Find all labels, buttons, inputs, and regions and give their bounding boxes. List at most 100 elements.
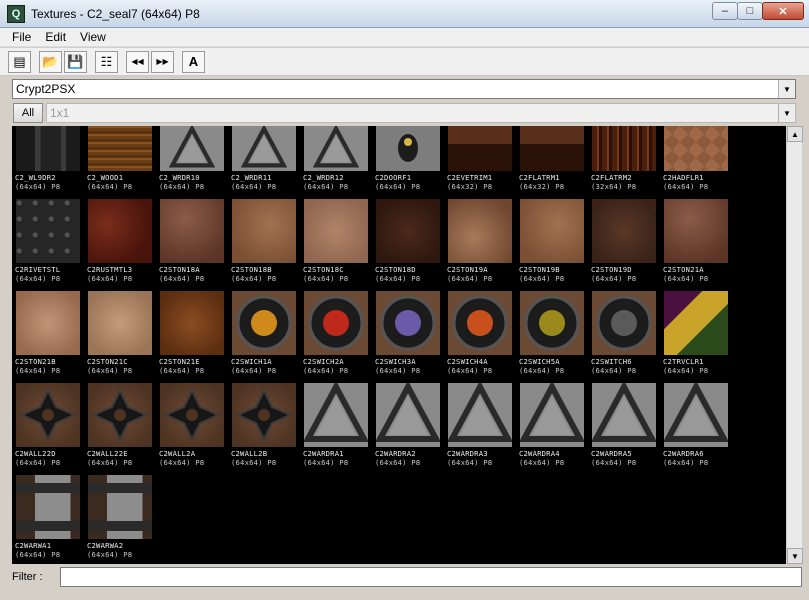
chevron-down-icon[interactable]: ▼ — [778, 80, 795, 98]
texture-name: C2RUSTMTL3 — [87, 265, 133, 274]
texture-tile[interactable]: C2STON19B (64x64) P8 — [516, 199, 588, 291]
texture-dimensions: (64x64) P8 — [519, 458, 565, 467]
texture-tile[interactable]: C2STON19D (64x64) P8 — [588, 199, 660, 291]
texture-name: C2STON21C — [87, 357, 128, 366]
minimize-button[interactable]: ‒ — [712, 2, 738, 20]
texture-thumbnail — [376, 291, 440, 355]
texture-name: C2WARDRA5 — [591, 449, 632, 458]
menu-file[interactable]: File — [0, 30, 38, 44]
scroll-up-button[interactable]: ▲ — [787, 126, 803, 142]
texture-name: C2TRVCLR1 — [663, 357, 704, 366]
app-icon[interactable]: Q — [7, 4, 25, 23]
texture-tile[interactable]: C2STON18D (64x64) P8 — [372, 199, 444, 291]
texture-thumbnail — [448, 126, 512, 171]
texture-thumbnail — [592, 383, 656, 447]
texture-tile[interactable]: C2STON21C (64x64) P8 — [84, 291, 156, 383]
texture-tile[interactable]: C2STON21E (64x64) P8 — [156, 291, 228, 383]
filter-input[interactable] — [60, 567, 802, 587]
menu-edit[interactable]: Edit — [38, 30, 73, 44]
texture-tile[interactable]: C2WALL22D (64x64) P8 — [12, 383, 84, 475]
texture-tile[interactable]: C2WALL2B (64x64) P8 — [228, 383, 300, 475]
texture-tile[interactable]: C2STON18A (64x64) P8 — [156, 199, 228, 291]
texture-thumbnail — [376, 199, 440, 263]
group-select[interactable]: 1x1 ▼ — [46, 103, 796, 123]
texture-tile[interactable]: C2SWITCH6 (64x64) P8 — [588, 291, 660, 383]
texture-tile[interactable]: C2WARWA1 (64x64) P8 — [12, 475, 84, 564]
texture-name: C2WARDRA1 — [303, 449, 344, 458]
texture-thumbnail — [664, 126, 728, 171]
scroll-down-button[interactable]: ▼ — [787, 548, 803, 564]
texture-tile[interactable]: C2SWICH4A (64x64) P8 — [444, 291, 516, 383]
previous-icon: ◀◀ — [131, 56, 144, 66]
properties-button[interactable]: ☷ — [95, 50, 118, 73]
texture-name: C2_WRDR11 — [231, 173, 272, 182]
texture-thumbnail — [664, 291, 728, 355]
texture-tile[interactable]: C2WARDRA5 (64x64) P8 — [588, 383, 660, 475]
menu-view[interactable]: View — [73, 30, 113, 44]
texture-thumbnail — [520, 291, 584, 355]
texture-tile[interactable]: C2SWICH1A (64x64) P8 — [228, 291, 300, 383]
save-button[interactable]: 💾 — [64, 50, 87, 73]
open-folder-icon: 📂 — [42, 54, 59, 69]
texture-thumbnail — [304, 291, 368, 355]
window-controls: ‒ □ ✕ — [712, 2, 804, 20]
texture-dimensions: (64x64) P8 — [87, 458, 133, 467]
texture-tile[interactable]: C2WARDRA2 (64x64) P8 — [372, 383, 444, 475]
properties-icon: ☷ — [100, 54, 113, 69]
texture-browser-panel[interactable]: C2_WL9DR2 (64x64) P8 C2_WOOD1 (64x64) P8 C2_… — [12, 126, 786, 564]
texture-dimensions: (64x64) P8 — [15, 550, 61, 559]
texture-name: C2WARWA2 — [87, 541, 124, 550]
group-select-value: 1x1 — [50, 106, 70, 120]
texture-tile[interactable]: C2STON21A (64x64) P8 — [660, 199, 732, 291]
open-button[interactable]: 📂 — [39, 50, 62, 73]
package-select[interactable]: Crypt2PSX ▼ — [12, 79, 796, 99]
texture-dimensions: (64x64) P8 — [663, 182, 709, 191]
texture-dimensions: (64x64) P8 — [303, 458, 349, 467]
texture-tile[interactable]: C2SWICH2A (64x64) P8 — [300, 291, 372, 383]
texture-tile[interactable]: C2RIVETSTL (64x64) P8 — [12, 199, 84, 291]
title-bar[interactable]: Q Textures - C2_seal7 (64x64) P8 ‒ □ ✕ — [0, 0, 809, 28]
browse-tree-button[interactable]: ▤ — [8, 50, 31, 73]
texture-dimensions: (64x64) P8 — [591, 366, 637, 375]
texture-tile[interactable]: C2WALL22E (64x64) P8 — [84, 383, 156, 475]
texture-name: C2STON18D — [375, 265, 416, 274]
texture-thumbnail — [88, 383, 152, 447]
previous-button[interactable]: ◀◀ — [126, 50, 149, 73]
maximize-button[interactable]: □ — [737, 2, 763, 20]
texture-name: C2WARDRA4 — [519, 449, 560, 458]
texture-thumbnail — [520, 383, 584, 447]
texture-tile[interactable]: C2SWICH3A (64x64) P8 — [372, 291, 444, 383]
texture-name: C2DOORF1 — [375, 173, 412, 182]
texture-tile[interactable]: C2WARDRA4 (64x64) P8 — [516, 383, 588, 475]
chevron-down-icon[interactable]: ▼ — [778, 104, 795, 122]
texture-tile[interactable]: C2STON19A (64x64) P8 — [444, 199, 516, 291]
font-button[interactable]: A — [182, 50, 205, 73]
texture-dimensions: (64x64) P8 — [447, 274, 493, 283]
texture-tile[interactable]: C2WARDRA6 (64x64) P8 — [660, 383, 732, 475]
texture-thumbnail — [448, 199, 512, 263]
all-button[interactable]: All — [13, 103, 43, 123]
texture-tile[interactable]: C2RUSTMTL3 (64x64) P8 — [84, 199, 156, 291]
next-button[interactable]: ▶▶ — [151, 50, 174, 73]
texture-tile[interactable]: C2WARDRA3 (64x64) P8 — [444, 383, 516, 475]
texture-thumbnail — [16, 199, 80, 263]
vertical-scrollbar[interactable]: ▲ ▼ — [786, 126, 803, 564]
package-select-value: Crypt2PSX — [16, 82, 76, 96]
texture-tile[interactable]: C2WARWA2 (64x64) P8 — [84, 475, 156, 564]
texture-name: C2SWICH1A — [231, 357, 272, 366]
toolbar: ▤ 📂 💾 ☷ ◀◀ ▶▶ A — [0, 48, 809, 76]
close-button[interactable]: ✕ — [762, 2, 804, 20]
texture-dimensions: (64x64) P8 — [159, 182, 205, 191]
texture-tile[interactable]: C2SWICH5A (64x64) P8 — [516, 291, 588, 383]
texture-tile[interactable]: C2STON18C (64x64) P8 — [300, 199, 372, 291]
texture-thumbnail — [448, 383, 512, 447]
texture-thumbnail — [232, 383, 296, 447]
texture-tile[interactable]: C2WARDRA1 (64x64) P8 — [300, 383, 372, 475]
texture-tile[interactable]: C2STON18B (64x64) P8 — [228, 199, 300, 291]
window-title: Textures - C2_seal7 (64x64) P8 — [31, 6, 200, 21]
texture-tile[interactable]: C2TRVCLR1 (64x64) P8 — [660, 291, 732, 383]
next-icon: ▶▶ — [156, 56, 169, 66]
texture-tile[interactable]: C2WALL2A (64x64) P8 — [156, 383, 228, 475]
texture-tile[interactable]: C2STON21B (64x64) P8 — [12, 291, 84, 383]
texture-thumbnail — [592, 291, 656, 355]
